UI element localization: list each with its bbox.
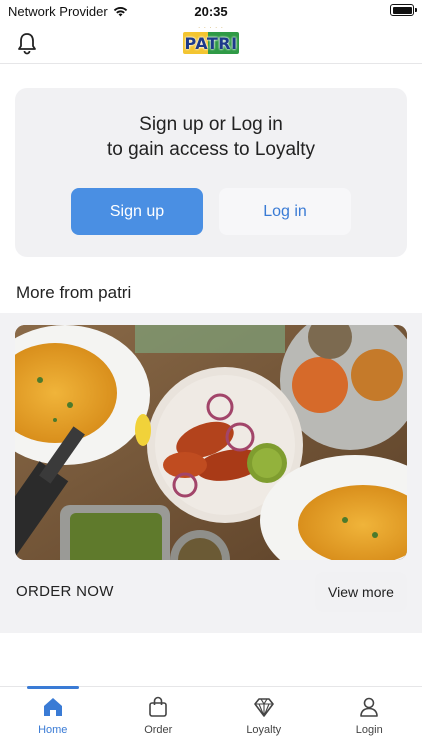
auth-title-line1: Sign up or Log in	[139, 114, 283, 135]
tab-order-label: Order	[144, 724, 173, 736]
promo-section: ORDER NOW View more	[0, 313, 422, 623]
auth-title: Sign up or Log in to gain access to Loya…	[15, 112, 407, 162]
wifi-icon	[113, 6, 127, 16]
home-icon	[43, 698, 62, 716]
view-more-button[interactable]: View more	[315, 572, 407, 612]
brand-logo: · · · · · PATRI	[183, 25, 239, 61]
battery-icon	[390, 4, 417, 16]
carrier-label: Network Provider	[8, 3, 108, 19]
login-button[interactable]: Log in	[219, 188, 351, 235]
active-tab-indicator	[27, 686, 79, 689]
bag-icon	[149, 696, 168, 717]
tab-home-label: Home	[38, 724, 68, 736]
auth-card: Sign up or Log in to gain access to Loya…	[15, 88, 407, 257]
logo-text: PATRI	[184, 33, 238, 53]
divider	[0, 623, 422, 633]
tab-bar: Home Order Loyalty Login	[0, 686, 422, 750]
auth-buttons: Sign up Log in	[71, 188, 351, 235]
tab-login[interactable]: Login	[317, 687, 422, 750]
signup-button[interactable]: Sign up	[71, 188, 203, 235]
status-left: Network Provider	[8, 4, 158, 19]
order-now-text[interactable]: ORDER NOW	[16, 583, 114, 600]
tab-order[interactable]: Order	[106, 687, 212, 750]
section-title: More from patri	[16, 283, 132, 302]
logo-subtext: · · · · ·	[198, 25, 224, 31]
user-icon	[360, 697, 379, 717]
status-bar: Network Provider 20:35	[0, 0, 422, 22]
food-illustration	[15, 325, 407, 560]
main-content: Sign up or Log in to gain access to Loya…	[0, 64, 422, 686]
auth-title-line2: to gain access to Loyalty	[106, 139, 316, 160]
bell-icon[interactable]	[16, 31, 38, 55]
tab-home[interactable]: Home	[0, 687, 106, 750]
tab-loyalty[interactable]: Loyalty	[211, 687, 317, 750]
app-header: · · · · · PATRI	[0, 22, 422, 64]
logo-flag: PATRI	[183, 32, 239, 54]
food-platter-image[interactable]	[15, 325, 407, 560]
tab-loyalty-label: Loyalty	[246, 724, 282, 736]
diamond-icon	[253, 698, 274, 717]
tab-login-label: Login	[355, 724, 383, 736]
